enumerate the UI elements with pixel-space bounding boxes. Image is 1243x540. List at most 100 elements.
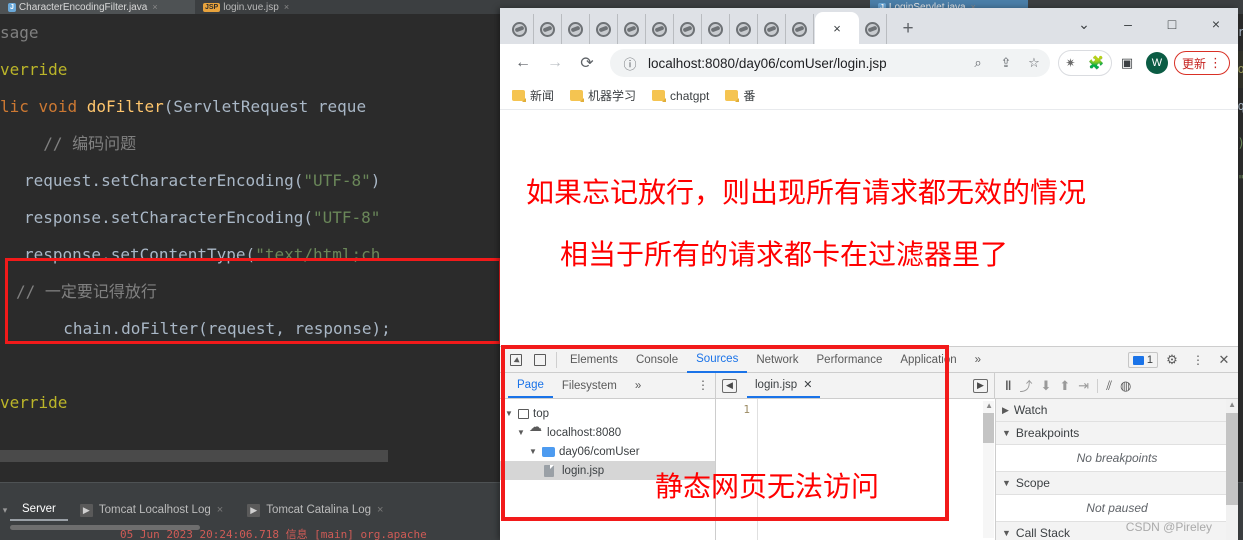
step-over-button[interactable]: ⤴ bbox=[1019, 376, 1032, 395]
step-into-button[interactable]: ⬇ bbox=[1040, 378, 1051, 394]
close-icon[interactable]: × bbox=[152, 2, 157, 12]
more-tabs-button[interactable]: » bbox=[966, 347, 990, 373]
ide-bottom-tab-tomcat-localhost-log[interactable]: ▶ Tomcat Localhost Log × bbox=[68, 499, 235, 521]
browser-tab[interactable] bbox=[646, 14, 674, 44]
shield-icon[interactable]: ✷ bbox=[1065, 56, 1075, 70]
new-tab-button[interactable]: + bbox=[893, 14, 923, 44]
tab-elements[interactable]: Elements bbox=[561, 347, 627, 373]
close-window-button[interactable]: × bbox=[1194, 8, 1238, 40]
editor-file-tab-login-jsp[interactable]: login.jsp ✕ bbox=[747, 373, 821, 398]
tree-item-localhost[interactable]: ▼ localhost:8080 bbox=[500, 419, 715, 442]
browser-tab[interactable] bbox=[674, 14, 702, 44]
inspect-element-icon[interactable] bbox=[504, 348, 528, 372]
zoom-icon[interactable]: ⌕ bbox=[968, 55, 988, 71]
section-header-breakpoints[interactable]: ▼ Breakpoints bbox=[996, 422, 1238, 445]
collapse-right-icon[interactable]: ▶ bbox=[973, 378, 988, 393]
sidebar-scroll-thumb[interactable] bbox=[1226, 413, 1238, 505]
tab-network[interactable]: Network bbox=[747, 347, 807, 373]
browser-tab[interactable] bbox=[758, 14, 786, 44]
subtab-page[interactable]: Page bbox=[508, 373, 553, 398]
tab-sources[interactable]: Sources bbox=[687, 347, 748, 373]
device-toolbar-icon[interactable] bbox=[528, 348, 552, 372]
section-header-watch[interactable]: ▶ Watch bbox=[996, 399, 1238, 422]
scroll-up-icon[interactable]: ▲ bbox=[1228, 400, 1236, 409]
ide-horizontal-minimap bbox=[0, 450, 388, 462]
address-bar[interactable]: ⓘ localhost:8080/day06/comUser/login.jsp… bbox=[610, 49, 1050, 77]
puzzle-icon[interactable]: 🧩 bbox=[1088, 55, 1104, 71]
chevron-down-icon[interactable]: ▾ bbox=[0, 505, 10, 516]
ide-bottom-tab-tomcat-catalina-log[interactable]: ▶ Tomcat Catalina Log × bbox=[235, 499, 395, 521]
close-icon[interactable]: × bbox=[217, 504, 223, 516]
chevron-down-icon[interactable]: ▼ bbox=[1002, 528, 1011, 538]
browser-tab[interactable] bbox=[590, 14, 618, 44]
tree-item-day06-comuser[interactable]: ▼ day06/comUser bbox=[500, 442, 715, 461]
tree-item-label: top bbox=[533, 407, 549, 420]
bookmark-item-chatgpt[interactable]: chatgpt bbox=[652, 89, 709, 103]
kebab-icon[interactable]: ⋮ bbox=[697, 379, 709, 391]
tab-application[interactable]: Application bbox=[891, 347, 965, 373]
breakpoints-empty-message: No breakpoints bbox=[996, 445, 1238, 472]
pause-on-exceptions-button[interactable]: ◍ bbox=[1120, 378, 1131, 394]
scroll-up-icon[interactable]: ▲ bbox=[985, 401, 993, 410]
java-file-icon: J bbox=[8, 2, 16, 12]
browser-tab[interactable] bbox=[730, 14, 758, 44]
kebab-icon[interactable]: ⋮ bbox=[1209, 56, 1222, 69]
browser-tab[interactable] bbox=[786, 14, 814, 44]
page-annotation-line-1: 如果忘记放行，则出现所有请求都无效的情况 bbox=[526, 176, 1087, 209]
pause-resume-button[interactable]: ‖ bbox=[1005, 378, 1011, 393]
avatar[interactable]: W bbox=[1145, 52, 1168, 74]
chevron-right-icon[interactable]: ▶ bbox=[1002, 405, 1009, 416]
ide-tab-character-encoding-filter[interactable]: J CharacterEncodingFilter.java × bbox=[0, 0, 195, 14]
forward-button[interactable]: → bbox=[540, 48, 570, 78]
back-button[interactable]: ← bbox=[508, 48, 538, 78]
tab-performance[interactable]: Performance bbox=[808, 347, 892, 373]
subtab-filesystem[interactable]: Filesystem bbox=[553, 373, 626, 398]
browser-tab[interactable] bbox=[618, 14, 646, 44]
step-button[interactable]: ⇥ bbox=[1078, 378, 1089, 394]
page-annotation-line-2: 相当于所有的请求都卡在过滤器里了 bbox=[560, 238, 1009, 271]
browser-tab[interactable] bbox=[859, 14, 887, 44]
editor-scroll-thumb[interactable] bbox=[983, 413, 994, 443]
reload-button[interactable]: ⟳ bbox=[572, 48, 602, 78]
close-icon[interactable]: × bbox=[284, 2, 289, 12]
maximize-button[interactable]: □ bbox=[1150, 8, 1194, 40]
browser-tab[interactable] bbox=[562, 14, 590, 44]
star-icon[interactable]: ☆ bbox=[1024, 55, 1044, 71]
collapse-left-icon[interactable]: ◀ bbox=[722, 378, 737, 393]
close-icon[interactable]: ✕ bbox=[803, 378, 812, 391]
close-icon[interactable]: × bbox=[833, 21, 841, 36]
share-icon[interactable]: ⇪ bbox=[996, 55, 1016, 71]
kebab-icon[interactable]: ⋮ bbox=[1186, 348, 1210, 372]
bookmark-item-fan[interactable]: 番 bbox=[725, 87, 755, 104]
gear-icon[interactable]: ⚙ bbox=[1160, 348, 1184, 372]
browser-tab[interactable] bbox=[534, 14, 562, 44]
bookmark-item-machine-learning[interactable]: 机器学习 bbox=[570, 87, 636, 104]
ide-tab-login-vue-jsp[interactable]: JSP login.vue.jsp × bbox=[195, 0, 325, 14]
update-button[interactable]: 更新 ⋮ bbox=[1173, 51, 1230, 75]
browser-tab[interactable] bbox=[506, 14, 534, 44]
editor-tabbar: ◀ login.jsp ✕ ▶ bbox=[716, 373, 995, 398]
browser-tab-active[interactable]: × bbox=[815, 12, 859, 44]
chevron-down-icon[interactable]: ▼ bbox=[1002, 428, 1011, 438]
deactivate-breakpoints-button[interactable]: ⫽ bbox=[1106, 378, 1112, 394]
browser-tab[interactable] bbox=[702, 14, 730, 44]
subtab-more-button[interactable]: » bbox=[626, 373, 650, 398]
tab-console[interactable]: Console bbox=[627, 347, 687, 373]
tab-search-chevron-icon[interactable]: ⌄ bbox=[1062, 8, 1106, 40]
chevron-down-icon[interactable]: ▼ bbox=[504, 409, 514, 418]
section-header-scope[interactable]: ▼ Scope bbox=[996, 472, 1238, 495]
globe-icon bbox=[512, 21, 527, 37]
side-panel-icon[interactable]: ▣ bbox=[1114, 50, 1140, 76]
message-count-badge[interactable]: 1 bbox=[1127, 352, 1158, 368]
bookmark-item-news[interactable]: 新闻 bbox=[512, 87, 554, 104]
close-icon[interactable]: × bbox=[377, 504, 383, 516]
chevron-down-icon[interactable]: ▼ bbox=[528, 447, 538, 456]
chevron-down-icon[interactable]: ▼ bbox=[1002, 478, 1011, 488]
info-circle-icon[interactable]: ⓘ bbox=[620, 54, 640, 73]
close-icon[interactable]: ✕ bbox=[1212, 348, 1236, 372]
step-out-button[interactable]: ⬆ bbox=[1059, 378, 1070, 394]
chevron-down-icon[interactable]: ▼ bbox=[516, 428, 526, 437]
ide-bottom-tab-server[interactable]: Server bbox=[10, 499, 68, 521]
minimize-button[interactable]: – bbox=[1106, 8, 1150, 40]
extension-group[interactable]: ✷ 🧩 bbox=[1057, 50, 1112, 76]
